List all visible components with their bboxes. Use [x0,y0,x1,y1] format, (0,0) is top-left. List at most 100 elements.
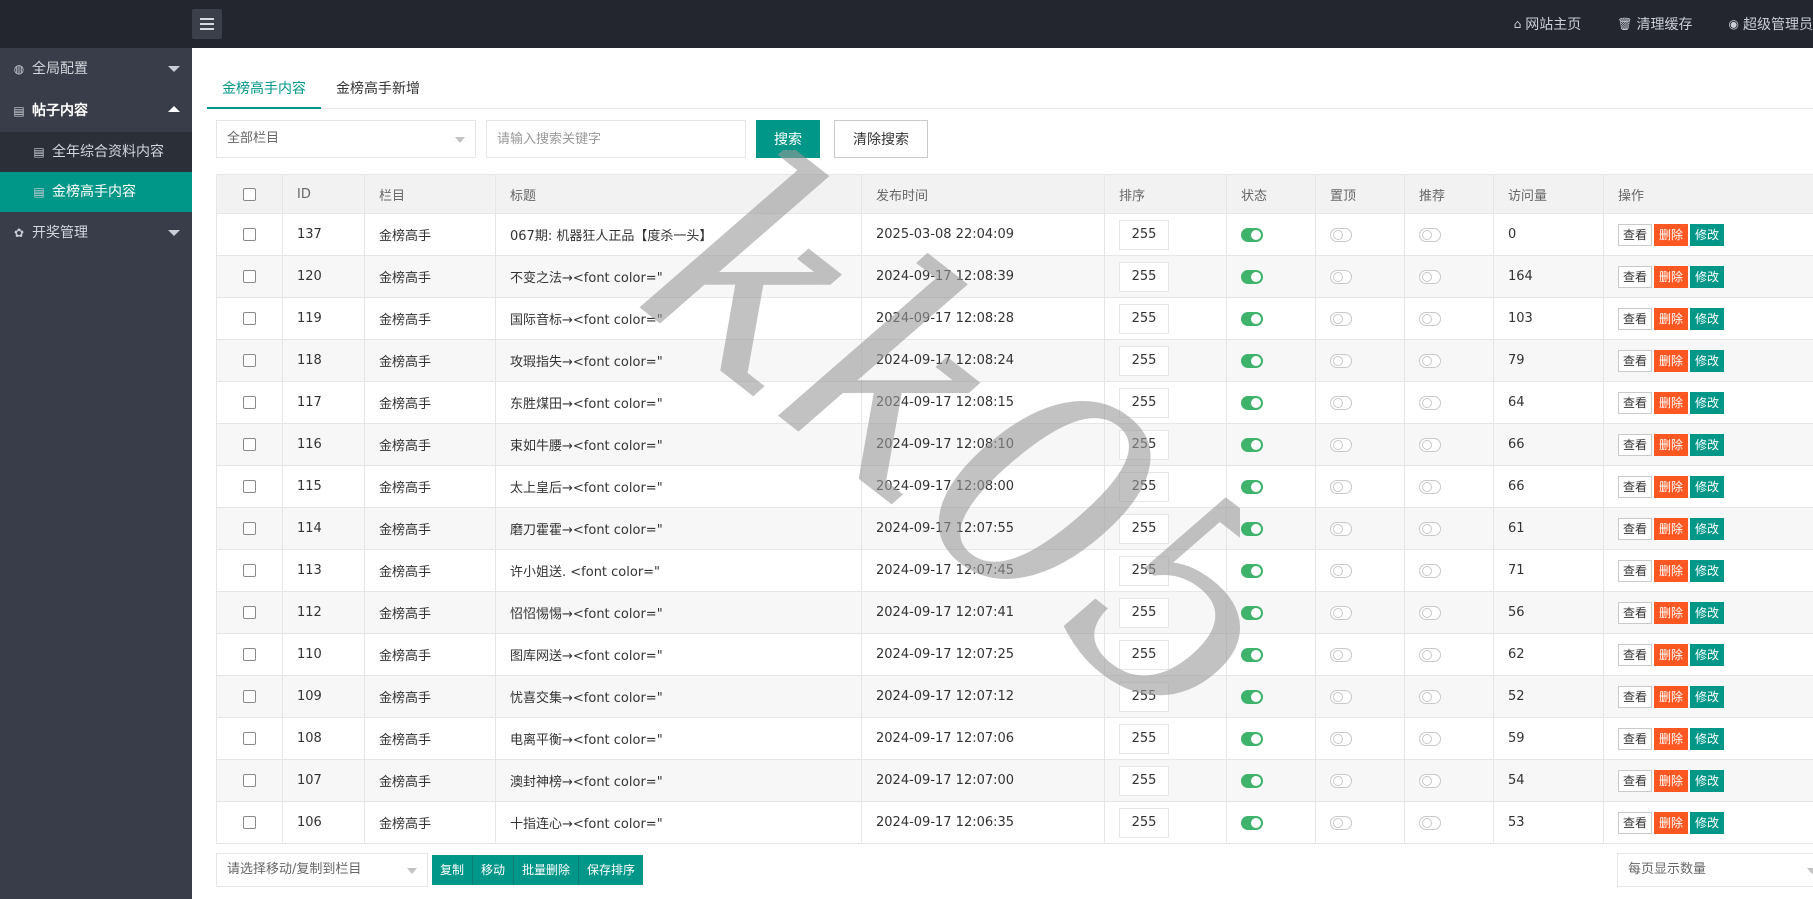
pin-top-toggle[interactable] [1330,731,1352,746]
hamburger-menu-icon[interactable] [192,9,222,39]
tab-ranking-content[interactable]: 金榜高手内容 [207,72,321,109]
row-checkbox[interactable] [243,480,256,493]
delete-button[interactable]: 删除 [1654,349,1689,372]
recommend-toggle[interactable] [1419,521,1441,536]
pin-top-toggle[interactable] [1330,311,1352,326]
pin-top-toggle[interactable] [1330,773,1352,788]
delete-button[interactable]: 删除 [1654,685,1689,708]
edit-button[interactable]: 修改 [1690,601,1725,624]
sort-input[interactable] [1119,807,1169,838]
edit-button[interactable]: 修改 [1690,223,1725,246]
recommend-toggle[interactable] [1419,689,1441,704]
view-button[interactable]: 查看 [1618,769,1653,792]
view-button[interactable]: 查看 [1618,685,1653,708]
row-checkbox[interactable] [243,648,256,661]
pin-top-toggle[interactable] [1330,479,1352,494]
table-row[interactable]: 108 金榜高手 电离平衡→<font color=" 2024-09-17 12:0… [216,717,1813,760]
status-toggle[interactable] [1241,311,1263,326]
recommend-toggle[interactable] [1419,227,1441,242]
delete-button[interactable]: 删除 [1654,811,1689,834]
delete-button[interactable]: 删除 [1654,601,1689,624]
delete-button[interactable]: 删除 [1654,643,1689,666]
clear-cache-link[interactable]: 🗑 清理缓存 [1617,14,1692,34]
status-toggle[interactable] [1241,479,1263,494]
view-button[interactable]: 查看 [1618,601,1653,624]
row-checkbox[interactable] [243,522,256,535]
table-row[interactable]: 106 金榜高手 十指连心→<font color=" 2024-09-17 12:0… [216,801,1813,844]
batch-delete-button[interactable]: 批量删除 [514,855,580,885]
view-button[interactable]: 查看 [1618,727,1653,750]
sort-input[interactable] [1119,261,1169,292]
sort-input[interactable] [1119,513,1169,544]
status-toggle[interactable] [1241,227,1263,242]
sort-input[interactable] [1119,597,1169,628]
recommend-toggle[interactable] [1419,353,1441,368]
table-row[interactable]: 117 金榜高手 东胜煤田→<font color=" 2024-09-17 12:0… [216,381,1813,424]
sidebar-item-lottery-management[interactable]: ✿ 开奖管理 [0,212,192,254]
status-toggle[interactable] [1241,815,1263,830]
pin-top-toggle[interactable] [1330,227,1352,242]
status-toggle[interactable] [1241,521,1263,536]
keyword-input[interactable] [486,120,746,158]
row-checkbox[interactable] [243,312,256,325]
status-toggle[interactable] [1241,647,1263,662]
recommend-toggle[interactable] [1419,563,1441,578]
save-sort-button[interactable]: 保存排序 [579,855,644,885]
recommend-toggle[interactable] [1419,815,1441,830]
recommend-toggle[interactable] [1419,731,1441,746]
view-button[interactable]: 查看 [1618,811,1653,834]
sidebar-item-ranking-content[interactable]: ▤ 金榜高手内容 [0,172,192,212]
edit-button[interactable]: 修改 [1690,517,1725,540]
table-row[interactable]: 107 金榜高手 澳封神榜→<font color=" 2024-09-17 12:0… [216,759,1813,802]
table-row[interactable]: 109 金榜高手 忧喜交集→<font color=" 2024-09-17 12:0… [216,675,1813,718]
clear-search-button[interactable]: 清除搜索 [834,120,928,158]
view-button[interactable]: 查看 [1618,433,1653,456]
row-checkbox[interactable] [243,354,256,367]
sort-input[interactable] [1119,765,1169,796]
table-row[interactable]: 137 金榜高手 067期: 机器狂人正品【度杀一头】 2025-03-08 22:0… [216,213,1813,256]
admin-user-link[interactable]: ◉ 超级管理员 [1729,14,1813,34]
delete-button[interactable]: 删除 [1654,769,1689,792]
sort-input[interactable] [1119,681,1169,712]
delete-button[interactable]: 删除 [1654,517,1689,540]
row-checkbox[interactable] [243,816,256,829]
status-toggle[interactable] [1241,605,1263,620]
edit-button[interactable]: 修改 [1690,349,1725,372]
sort-input[interactable] [1119,471,1169,502]
recommend-toggle[interactable] [1419,269,1441,284]
edit-button[interactable]: 修改 [1690,643,1725,666]
tab-ranking-add[interactable]: 金榜高手新增 [321,72,435,109]
view-button[interactable]: 查看 [1618,223,1653,246]
edit-button[interactable]: 修改 [1690,727,1725,750]
row-checkbox[interactable] [243,396,256,409]
pin-top-toggle[interactable] [1330,689,1352,704]
view-button[interactable]: 查看 [1618,643,1653,666]
edit-button[interactable]: 修改 [1690,811,1725,834]
sort-input[interactable] [1119,219,1169,250]
recommend-toggle[interactable] [1419,395,1441,410]
edit-button[interactable]: 修改 [1690,307,1725,330]
edit-button[interactable]: 修改 [1690,433,1725,456]
edit-button[interactable]: 修改 [1690,391,1725,414]
edit-button[interactable]: 修改 [1690,769,1725,792]
category-select[interactable]: 全部栏目 [216,120,476,158]
sort-input[interactable] [1119,555,1169,586]
pin-top-toggle[interactable] [1330,647,1352,662]
status-toggle[interactable] [1241,395,1263,410]
sort-input[interactable] [1119,345,1169,376]
sidebar-item-global-config[interactable]: ◍ 全局配置 [0,48,192,90]
view-button[interactable]: 查看 [1618,517,1653,540]
delete-button[interactable]: 删除 [1654,559,1689,582]
view-button[interactable]: 查看 [1618,391,1653,414]
recommend-toggle[interactable] [1419,311,1441,326]
pin-top-toggle[interactable] [1330,563,1352,578]
status-toggle[interactable] [1241,689,1263,704]
edit-button[interactable]: 修改 [1690,559,1725,582]
view-button[interactable]: 查看 [1618,265,1653,288]
copy-button[interactable]: 复制 [432,855,474,885]
edit-button[interactable]: 修改 [1690,685,1725,708]
delete-button[interactable]: 删除 [1654,265,1689,288]
pin-top-toggle[interactable] [1330,269,1352,284]
status-toggle[interactable] [1241,563,1263,578]
recommend-toggle[interactable] [1419,647,1441,662]
